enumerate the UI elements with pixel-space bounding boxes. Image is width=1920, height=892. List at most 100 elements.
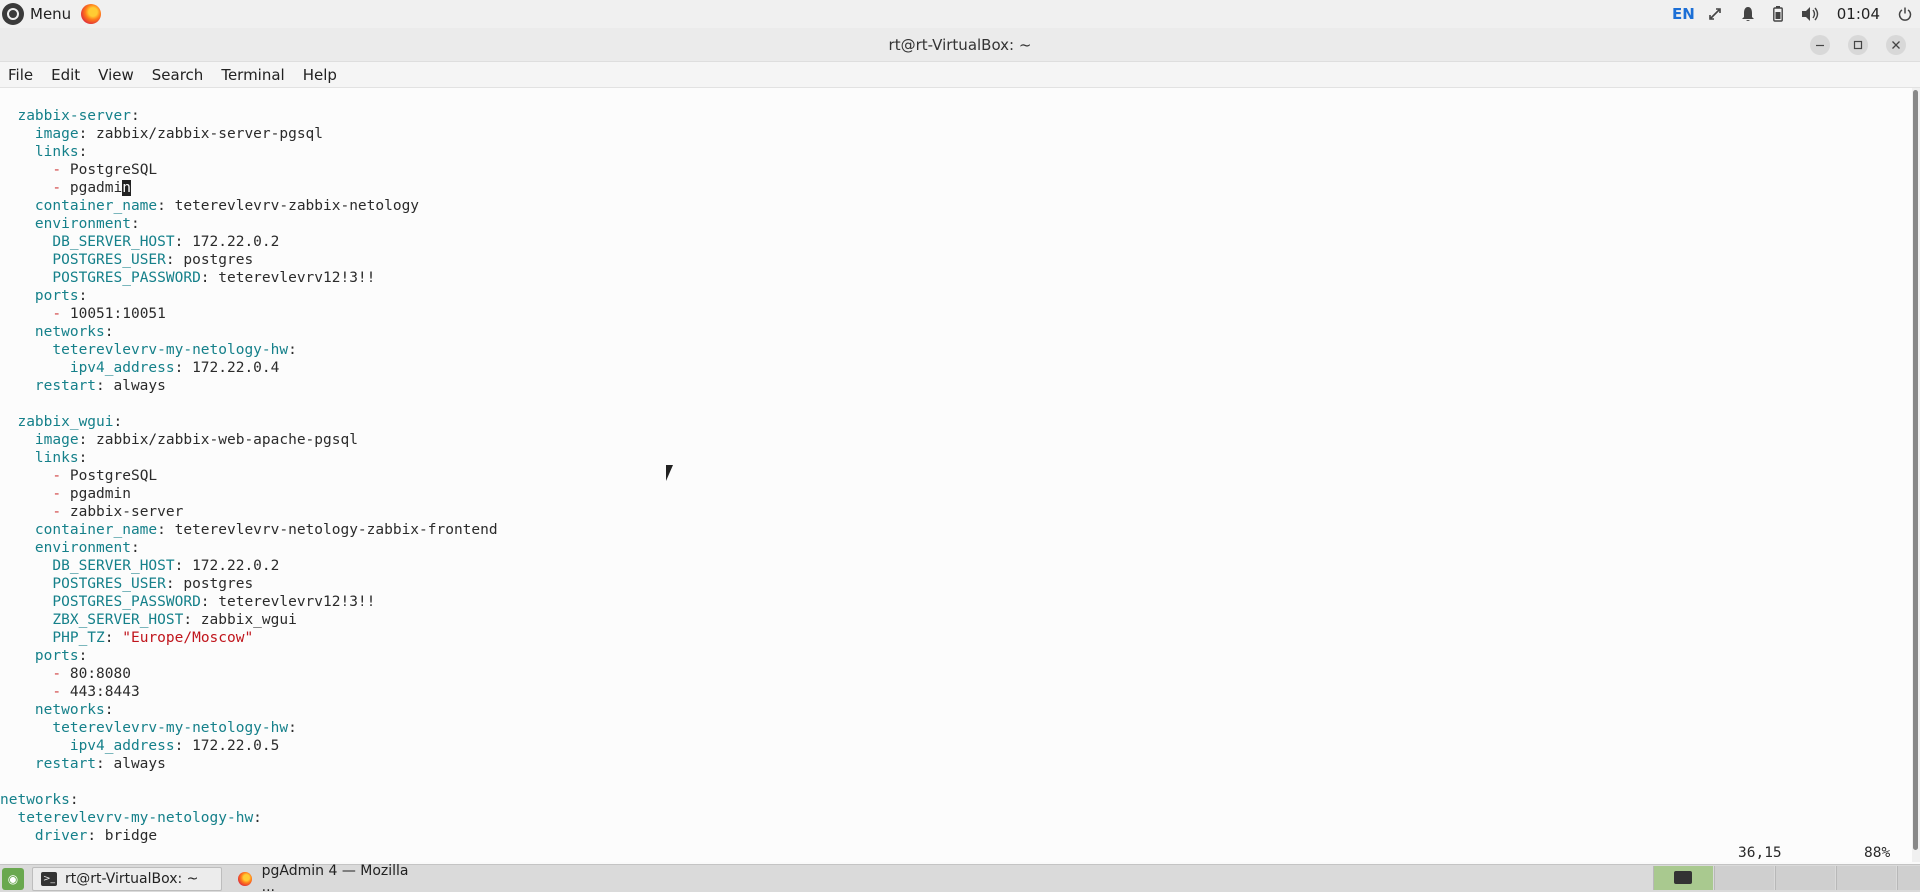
terminal-token-k: networks <box>34 702 105 718</box>
notification-bell-icon[interactable] <box>1741 0 1755 28</box>
maximize-button[interactable] <box>1848 35 1868 55</box>
terminal-line: links: <box>0 143 87 161</box>
terminal-token-i <box>0 468 52 484</box>
terminal-token-v: 10051:10051 <box>69 306 166 322</box>
clock[interactable]: 01:04 <box>1837 5 1880 23</box>
terminal-token-i <box>0 324 35 340</box>
volume-icon[interactable] <box>1801 0 1819 28</box>
taskbar: ◉ >_ rt@rt-VirtualBox: ~ pgAdmin 4 — Moz… <box>0 863 1920 892</box>
terminal-token-s: : <box>104 324 114 340</box>
terminal-line: POSTGRES_PASSWORD: teterevlevrv12!3!! <box>0 593 375 611</box>
minimize-button[interactable] <box>1810 35 1830 55</box>
terminal-token-i <box>0 612 52 628</box>
terminal-token-k: container_name <box>34 522 158 538</box>
terminal-line: POSTGRES_PASSWORD: teterevlevrv12!3!! <box>0 269 375 287</box>
show-desktop-icon[interactable]: ◉ <box>2 867 24 890</box>
terminal-token-i <box>0 108 17 124</box>
terminal-token-i <box>0 756 35 772</box>
firefox-launcher-icon[interactable] <box>81 4 102 24</box>
terminal-token-c: n <box>122 180 131 196</box>
terminal-token-k: ports <box>34 288 79 304</box>
terminal-token-v: postgres <box>174 576 254 592</box>
terminal-token-i <box>0 162 52 178</box>
power-icon[interactable] <box>1898 0 1912 28</box>
terminal-token-i <box>0 126 35 142</box>
cursor-position: 36,15 <box>1738 845 1782 861</box>
terminal-line: POSTGRES_USER: postgres <box>0 251 253 269</box>
workspace-2[interactable] <box>1714 866 1774 890</box>
terminal-token-k: POSTGRES_PASSWORD <box>52 270 201 286</box>
terminal-token-v: postgres <box>174 252 254 268</box>
window-title: rt@rt-VirtualBox: ~ <box>888 36 1032 54</box>
terminal-token-i <box>0 648 35 664</box>
terminal-scrollbar[interactable] <box>1912 88 1920 862</box>
terminal-line: DB_SERVER_HOST: 172.22.0.2 <box>0 557 279 575</box>
workspace-3[interactable] <box>1775 866 1835 890</box>
terminal-token-k: networks <box>0 792 70 808</box>
terminal-token-s: : <box>130 216 140 232</box>
terminal-token-s: : <box>78 126 88 142</box>
terminal-token-v: 443:8443 <box>69 684 140 700</box>
menu-edit[interactable]: Edit <box>49 64 82 86</box>
terminal-token-i <box>0 216 35 232</box>
terminal-token-k: POSTGRES_USER <box>52 576 166 592</box>
terminal-token-k: environment <box>34 216 131 232</box>
terminal-token-k: DB_SERVER_HOST <box>52 234 175 250</box>
terminal-token-k: zabbix_wgui <box>17 414 114 430</box>
terminal-token-i <box>0 522 35 538</box>
terminal-token-i <box>0 504 52 520</box>
scrollbar-thumb[interactable] <box>1913 90 1918 850</box>
terminal-token-i <box>0 450 35 466</box>
terminal-token-i <box>0 828 35 844</box>
network-icon[interactable] <box>1707 0 1723 28</box>
terminal-token-s: : <box>157 198 166 214</box>
menu-logo-icon[interactable] <box>2 3 24 25</box>
terminal-token-d: - <box>52 468 70 484</box>
terminal-token-s: : <box>288 720 297 736</box>
terminal-line: ipv4_address: 172.22.0.5 <box>0 737 280 755</box>
terminal-text-area[interactable]: 36,15 88% zabbix-server: image: zabbix/z… <box>0 88 1912 862</box>
menu-terminal[interactable]: Terminal <box>219 64 286 86</box>
workspace-4[interactable] <box>1836 866 1896 890</box>
menu-view[interactable]: View <box>96 64 136 86</box>
terminal-token-k: PHP_TZ <box>52 630 105 646</box>
tray-expand-icon[interactable] <box>1897 866 1920 890</box>
menu-search[interactable]: Search <box>150 64 206 86</box>
terminal-line: links: <box>0 449 87 467</box>
terminal-line: - pgadmin <box>0 179 131 197</box>
battery-icon[interactable] <box>1772 0 1783 28</box>
taskbar-item-terminal[interactable]: >_ rt@rt-VirtualBox: ~ <box>32 866 222 891</box>
terminal-line: image: zabbix/zabbix-server-pgsql <box>0 125 323 143</box>
menu-button[interactable]: Menu <box>30 5 71 23</box>
terminal-token-s: : <box>78 648 88 664</box>
terminal-line: restart: always <box>0 377 166 395</box>
keyboard-layout-indicator[interactable]: EN <box>1672 5 1695 23</box>
terminal-line: ipv4_address: 172.22.0.4 <box>0 359 280 377</box>
terminal-token-s: : <box>96 378 105 394</box>
terminal-token-v: PostgreSQL <box>69 468 158 484</box>
terminal-token-v: zabbix_wgui <box>192 612 297 628</box>
terminal-token-s: : <box>253 810 262 826</box>
taskbar-item-label: rt@rt-VirtualBox: ~ <box>65 870 199 887</box>
terminal-line: - pgadmin <box>0 485 131 503</box>
terminal-token-k: driver <box>34 828 88 844</box>
menu-help[interactable]: Help <box>301 64 339 86</box>
terminal-token-i <box>0 720 52 736</box>
workspace-1[interactable] <box>1653 866 1713 890</box>
terminal-token-d: - <box>52 306 70 322</box>
terminal-token-k: teterevlevrv-my-netology-hw <box>17 810 254 826</box>
terminal-line: teterevlevrv-my-netology-hw: <box>0 809 262 827</box>
menu-file[interactable]: File <box>6 64 35 86</box>
terminal-line: DB_SERVER_HOST: 172.22.0.2 <box>0 233 279 251</box>
terminal-line: teterevlevrv-my-netology-hw: <box>0 341 296 359</box>
taskbar-item-firefox[interactable]: pgAdmin 4 — Mozilla ... <box>230 863 430 892</box>
terminal-token-i <box>0 666 52 682</box>
terminal-token-k: ZBX_SERVER_HOST <box>52 612 184 628</box>
terminal-line: - PostgreSQL <box>0 467 157 485</box>
terminal-token-k: restart <box>34 378 97 394</box>
window-title-bar[interactable]: rt@rt-VirtualBox: ~ <box>0 28 1920 62</box>
terminal-line: environment: <box>0 539 140 557</box>
close-button[interactable] <box>1886 35 1906 55</box>
terminal-line: zabbix-server: <box>0 107 139 125</box>
terminal-line: restart: always <box>0 755 166 773</box>
